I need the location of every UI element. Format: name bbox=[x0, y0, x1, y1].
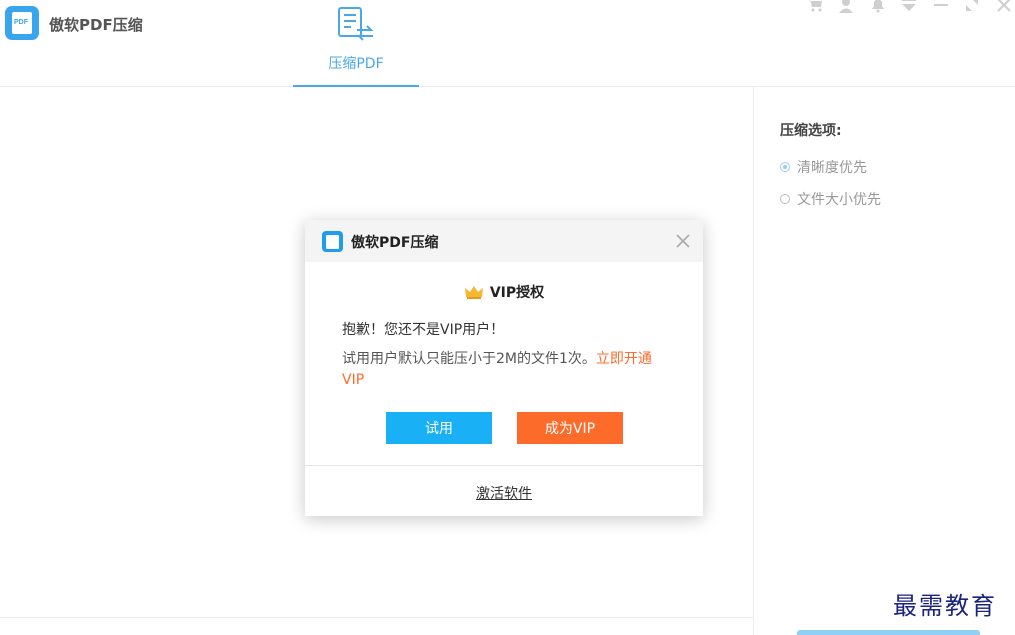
vip-heading-text: VIP授权 bbox=[489, 285, 545, 301]
trial-button[interactable]: 试用 bbox=[386, 412, 492, 444]
app-title: 傲软PDF压缩 bbox=[49, 16, 143, 34]
dialog-header: 傲软PDF压缩 bbox=[305, 220, 703, 262]
option-size-first[interactable]: 文件大小优先 bbox=[780, 189, 881, 209]
close-icon[interactable] bbox=[675, 233, 691, 249]
cart-icon[interactable] bbox=[806, 0, 824, 14]
become-vip-button[interactable]: 成为VIP bbox=[517, 412, 623, 444]
dialog-message: 抱歉！您还不是VIP用户！ bbox=[342, 322, 505, 338]
app-window: PDF 傲软PDF压缩 压缩PDF 压缩选项: 清晰度优先 文件大小优先 傲软P… bbox=[0, 0, 1015, 635]
dialog-title: 傲软PDF压缩 bbox=[351, 235, 439, 251]
bell-icon[interactable] bbox=[869, 0, 887, 14]
app-logo-icon bbox=[322, 231, 343, 252]
user-icon[interactable] bbox=[837, 0, 855, 14]
option-clarity-first[interactable]: 清晰度优先 bbox=[780, 157, 867, 177]
close-icon[interactable] bbox=[995, 0, 1013, 14]
crown-icon bbox=[464, 286, 483, 299]
divider bbox=[0, 617, 753, 618]
watermark: 最需教育 bbox=[893, 592, 997, 620]
compress-pdf-icon bbox=[338, 7, 374, 41]
dropdown-icon[interactable] bbox=[900, 0, 918, 14]
header: PDF 傲软PDF压缩 压缩PDF bbox=[0, 0, 1015, 87]
options-panel: 压缩选项: 清晰度优先 文件大小优先 bbox=[753, 87, 1015, 635]
tab-label: 压缩PDF bbox=[328, 56, 384, 72]
dialog-limit-message: 试用用户默认只能压小于2M的文件1次。立即开通VIP bbox=[342, 349, 672, 391]
option-label: 清晰度优先 bbox=[797, 160, 867, 176]
logo-text: PDF bbox=[14, 19, 28, 26]
tab-compress-pdf[interactable]: 压缩PDF bbox=[293, 0, 419, 87]
option-label: 文件大小优先 bbox=[797, 192, 881, 208]
maximize-icon[interactable] bbox=[963, 0, 981, 14]
vip-heading: VIP授权 bbox=[305, 282, 703, 302]
minimize-icon[interactable] bbox=[932, 0, 950, 14]
radio-icon[interactable] bbox=[780, 194, 790, 204]
vip-dialog: 傲软PDF压缩 VIP授权 抱歉！您还不是VIP用户！ 试用用户默认只能压小于2… bbox=[305, 220, 703, 516]
activate-software-link[interactable]: 激活软件 bbox=[305, 483, 703, 503]
app-logo-icon: PDF bbox=[5, 6, 39, 40]
start-button-edge[interactable] bbox=[797, 630, 980, 635]
options-title: 压缩选项: bbox=[780, 123, 842, 139]
limit-text: 试用用户默认只能压小于2M的文件1次。 bbox=[342, 351, 596, 367]
dialog-divider bbox=[305, 465, 703, 466]
radio-selected-icon[interactable] bbox=[780, 162, 790, 172]
